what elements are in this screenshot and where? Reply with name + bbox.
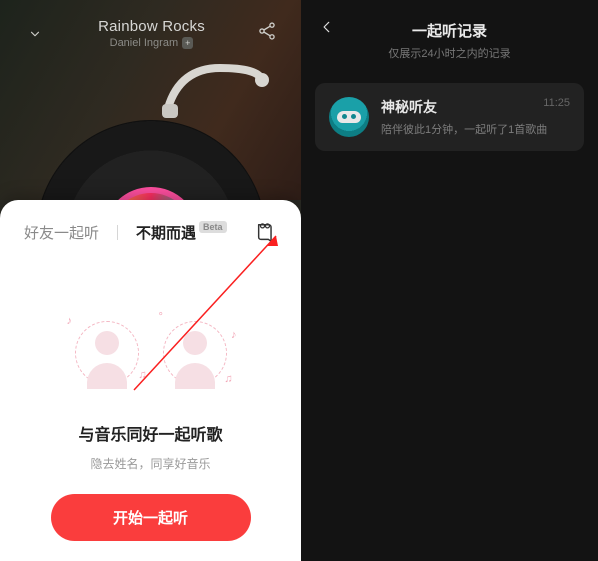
track-title: Rainbow Rocks <box>46 18 257 35</box>
tab-divider <box>117 225 118 240</box>
artist-follow-icon[interactable]: + <box>182 37 193 49</box>
player-top: Rainbow Rocks Daniel Ingram + <box>0 0 301 200</box>
history-card[interactable]: 神秘听友 陪伴彼此1分钟，一起听了1首歌曲 11:25 <box>315 83 584 151</box>
music-note-icon: ♪ <box>231 329 237 341</box>
sheet-title: 与音乐同好一起听歌 <box>24 421 277 445</box>
avatar-slot-1: ♪ ♫ <box>75 321 139 385</box>
music-note-icon: ♪ <box>67 315 73 327</box>
history-card-title: 神秘听友 <box>381 97 570 117</box>
mask-icon <box>337 111 361 123</box>
music-note-icon: ♫ <box>138 369 146 381</box>
sheet-subtitle: 隐去姓名，同享好音乐 <box>24 455 277 472</box>
history-card-time: 11:25 <box>543 97 570 109</box>
anonymous-avatars: ♪ ♫ ° ♪ ♫ <box>24 289 277 417</box>
history-card-text: 神秘听友 陪伴彼此1分钟，一起听了1首歌曲 <box>381 97 570 137</box>
mystery-listener-avatar <box>329 97 369 137</box>
track-artist: Daniel Ingram + <box>46 37 257 49</box>
listen-history-button[interactable] <box>255 222 277 244</box>
back-button[interactable] <box>315 20 339 44</box>
collapse-player-button[interactable] <box>24 23 46 45</box>
tab-random-encounter[interactable]: 不期而遇Beta <box>136 222 227 243</box>
tonearm-graphic <box>160 60 270 120</box>
beta-badge: Beta <box>199 221 227 233</box>
share-button[interactable] <box>257 21 277 46</box>
start-listen-together-button[interactable]: 开始一起听 <box>51 494 251 541</box>
history-title: 一起听记录 <box>319 20 580 41</box>
avatar-slot-2: ° ♪ ♫ <box>163 321 227 385</box>
sheet-tabs: 好友一起听 不期而遇Beta <box>24 222 277 243</box>
history-header: 一起听记录 仅展示24小时之内的记录 <box>301 0 598 71</box>
track-title-block: Rainbow Rocks Daniel Ingram + <box>46 18 257 49</box>
track-artist-name: Daniel Ingram <box>110 37 178 49</box>
tab-random-label: 不期而遇 <box>136 225 196 242</box>
music-note-icon: ° <box>159 311 163 323</box>
player-screen: Rainbow Rocks Daniel Ingram + 好友一起听 <box>0 0 301 561</box>
history-card-subtitle: 陪伴彼此1分钟，一起听了1首歌曲 <box>381 121 570 137</box>
tab-friends[interactable]: 好友一起听 <box>24 222 99 243</box>
listen-history-screen: 一起听记录 仅展示24小时之内的记录 神秘听友 陪伴彼此1分钟，一起听了1首歌曲… <box>301 0 598 561</box>
listen-together-sheet: 好友一起听 不期而遇Beta ♪ ♫ <box>0 200 301 561</box>
player-header: Rainbow Rocks Daniel Ingram + <box>0 0 301 67</box>
music-note-icon: ♫ <box>224 373 232 385</box>
history-subtitle: 仅展示24小时之内的记录 <box>319 45 580 61</box>
